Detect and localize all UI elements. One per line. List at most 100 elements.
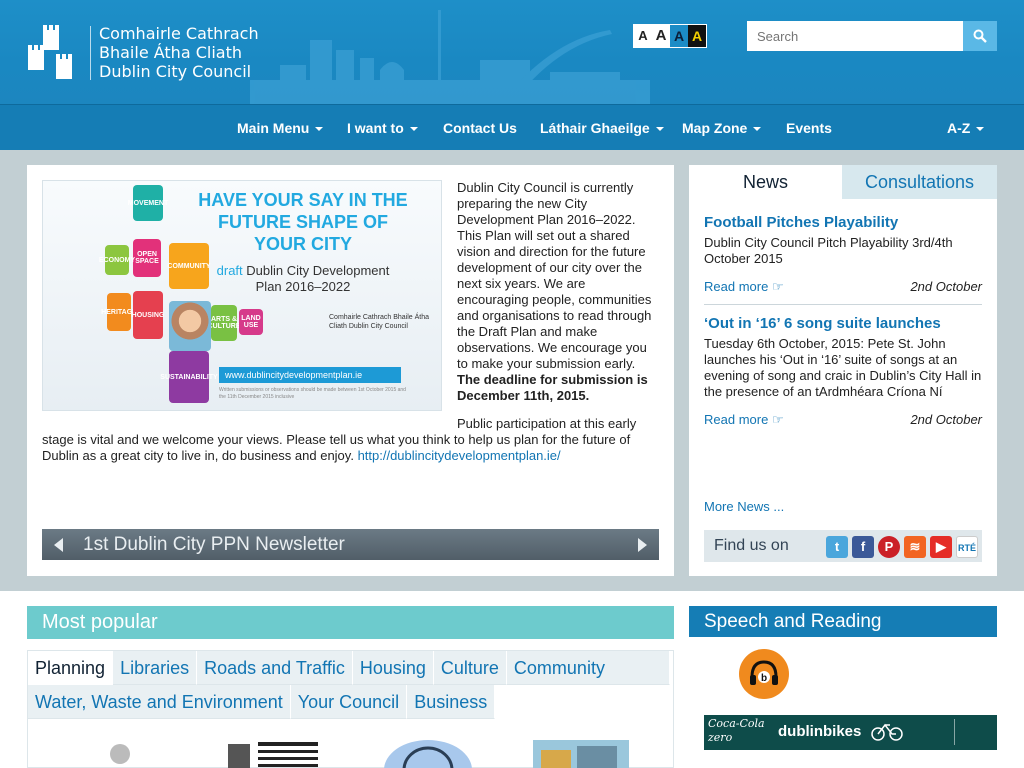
carousel-bar: 1st Dublin City PPN Newsletter <box>42 529 659 560</box>
development-plan-link[interactable]: http://dublincitydevelopmentplan.ie/ <box>358 448 561 463</box>
logo-line-irish-2: Bhaile Átha Cliath <box>99 43 242 62</box>
three-castles-icon <box>26 24 76 81</box>
nav-contact-us-label: Contact Us <box>443 120 517 136</box>
planning-document-icon[interactable] <box>228 740 318 768</box>
external-link-icon: ☞ <box>771 279 784 294</box>
nav-map-zone-label: Map Zone <box>682 120 748 136</box>
nav-map-zone[interactable]: Map Zone <box>682 105 762 151</box>
carousel-prev-icon[interactable] <box>54 538 63 552</box>
planning-person-icon[interactable] <box>105 740 145 768</box>
read-more-label: Read more <box>704 412 769 427</box>
nav-contact-us[interactable]: Contact Us <box>443 105 517 151</box>
promo-family-photo <box>169 301 211 351</box>
news-item-meta: Read more ☞ 2nd October <box>704 279 982 295</box>
tab-libraries[interactable]: Libraries <box>113 651 198 685</box>
site-header: Comhairle Cathrach Bhaile Átha Cliath Du… <box>0 0 1024 104</box>
news-item: ‘Out in ‘16’ 6 song suite launches Tuesd… <box>704 314 982 428</box>
feature-panel: MOVEMENT OPEN SPACE ECONOMY COMMUNITY HE… <box>27 165 674 576</box>
external-link-icon: ☞ <box>771 412 784 427</box>
tab-roads-and-traffic[interactable]: Roads and Traffic <box>197 651 353 685</box>
news-item-body: Dublin City Council Pitch Playability 3r… <box>704 235 953 266</box>
promo-url-banner: www.dublincitydevelopmentplan.ie <box>219 367 401 383</box>
news-item: Football Pitches Playability Dublin City… <box>704 213 982 295</box>
search-button[interactable] <box>963 21 997 51</box>
tab-culture[interactable]: Culture <box>433 651 507 685</box>
news-item-date: 2nd October <box>910 412 982 427</box>
nav-i-want-to-label: I want to <box>347 120 404 136</box>
caret-down-icon <box>315 127 324 132</box>
news-item-body: Tuesday 6th October, 2015: Pete St. John… <box>704 336 982 399</box>
read-more-link[interactable]: Read more ☞ <box>704 412 784 427</box>
logo-divider <box>90 25 91 80</box>
rss-icon[interactable]: ≋ <box>904 536 926 558</box>
promo-block-housing: HOUSING <box>132 291 164 339</box>
nav-a-z-label: A-Z <box>947 120 971 136</box>
carousel-title[interactable]: 1st Dublin City PPN Newsletter <box>83 529 345 560</box>
read-more-label: Read more <box>704 279 769 294</box>
news-item-title[interactable]: Football Pitches Playability <box>704 213 982 233</box>
headphones-icon: b <box>750 660 778 685</box>
promo-block-land-use: LAND USE <box>239 309 263 335</box>
nav-lathair-ghaeilge[interactable]: Láthair Ghaeilge <box>540 105 664 151</box>
pinterest-icon[interactable]: P <box>878 536 900 558</box>
planning-search-icon[interactable] <box>382 740 474 768</box>
search-input[interactable] <box>747 21 963 51</box>
tab-business[interactable]: Business <box>407 685 496 719</box>
promo-block-movement: MOVEMENT <box>128 185 168 221</box>
promo-subtitle: draft Dublin City Development Plan 2016–… <box>213 263 393 295</box>
nav-lathair-ghaeilge-label: Láthair Ghaeilge <box>540 120 650 136</box>
nav-i-want-to[interactable]: I want to <box>347 105 418 151</box>
planning-photo-thumbnail[interactable] <box>533 740 629 768</box>
promo-block-economy: ECONOMY <box>99 245 135 275</box>
feature-intro: Dublin City Council is currently prepari… <box>457 180 652 371</box>
tab-news[interactable]: News <box>689 165 842 199</box>
news-item-meta: Read more ☞ 2nd October <box>704 412 982 428</box>
news-item-title[interactable]: ‘Out in ‘16’ 6 song suite launches <box>704 314 982 334</box>
news-panel: News Consultations Football Pitches Play… <box>689 165 997 576</box>
tab-your-council[interactable]: Your Council <box>290 685 408 719</box>
caret-down-icon <box>409 127 418 132</box>
carousel-next-icon[interactable] <box>638 538 647 552</box>
caret-down-icon <box>655 127 664 132</box>
contrast-high-button[interactable]: A <box>688 25 706 47</box>
search-box <box>747 21 997 51</box>
promo-block-arts-culture: ARTS & CULTURE <box>208 305 240 341</box>
promo-block-open-space: OPEN SPACE <box>133 239 161 277</box>
browsealoud-headphones-icon[interactable]: b <box>739 649 789 699</box>
youtube-icon[interactable]: ▶ <box>930 536 952 558</box>
feature-para-start: Public participation at this early <box>457 416 637 431</box>
tab-community[interactable]: Community <box>506 651 670 685</box>
caret-down-icon <box>976 127 985 132</box>
read-more-link[interactable]: Read more ☞ <box>704 279 784 294</box>
feature-intro-text: Dublin City Council is currently prepari… <box>457 180 659 404</box>
nav-main-menu[interactable]: Main Menu <box>237 105 324 151</box>
font-size-large-button[interactable]: A <box>652 25 670 47</box>
dublin-city-council-logo[interactable]: Comhairle Cathrach Bhaile Átha Cliath Du… <box>26 24 259 81</box>
facebook-icon[interactable]: f <box>852 536 874 558</box>
tab-housing[interactable]: Housing <box>352 651 434 685</box>
twitter-icon[interactable]: t <box>826 536 848 558</box>
promo-fine-print: Written submissions or observations shou… <box>219 387 406 400</box>
contrast-blue-button[interactable]: A <box>670 25 688 47</box>
speech-and-reading-heading: Speech and Reading <box>689 606 997 637</box>
popular-tabs-row-2: Water, Waste and Environment Your Counci… <box>28 685 496 719</box>
font-size-small-button[interactable]: A <box>634 25 652 47</box>
dublinbikes-banner[interactable]: Coca-Cola zero dublinbikes <box>704 715 997 750</box>
promo-block-sustainability: SUSTAINABILITY <box>160 351 218 403</box>
tab-water-waste-environment[interactable]: Water, Waste and Environment <box>28 685 291 719</box>
more-news-link[interactable]: More News ... <box>704 499 784 514</box>
nav-a-z[interactable]: A-Z <box>947 105 985 151</box>
development-plan-promo-image[interactable]: MOVEMENT OPEN SPACE ECONOMY COMMUNITY HE… <box>42 180 442 411</box>
news-divider <box>704 304 982 305</box>
news-tabs: News Consultations <box>689 165 997 199</box>
dublinbikes-label: dublinbikes <box>778 723 862 740</box>
nav-events[interactable]: Events <box>786 105 832 151</box>
tab-consultations[interactable]: Consultations <box>842 165 997 199</box>
search-icon <box>973 29 987 43</box>
tab-planning[interactable]: Planning <box>28 651 114 685</box>
nav-main-menu-label: Main Menu <box>237 120 310 136</box>
rte-icon[interactable]: RTÉ <box>956 536 978 558</box>
promo-block-heritage: HERITAGE <box>101 293 137 331</box>
promo-headline: HAVE YOUR SAY IN THE FUTURE SHAPE OF YOU… <box>198 190 408 254</box>
news-item-date: 2nd October <box>910 279 982 294</box>
